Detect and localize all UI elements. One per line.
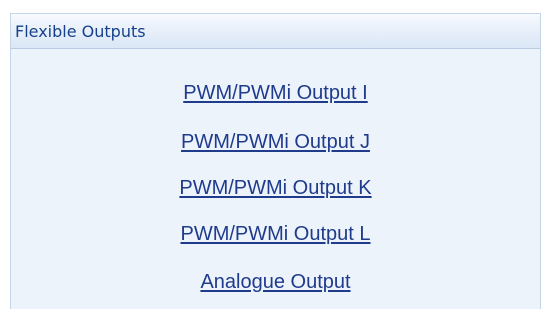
panel-title: Flexible Outputs — [15, 21, 146, 41]
link-row-output-k: PWM/PWMi Output K — [11, 173, 540, 203]
link-row-output-j: PWM/PWMi Output J — [11, 127, 540, 157]
panel-header: Flexible Outputs — [11, 13, 540, 49]
pwm-output-k-link[interactable]: PWM/PWMi Output K — [179, 177, 371, 200]
link-row-output-l: PWM/PWMi Output L — [11, 219, 540, 249]
pwm-output-i-link[interactable]: PWM/PWMi Output I — [183, 82, 367, 105]
link-row-analogue-output: Analogue Output — [11, 267, 540, 297]
pwm-output-l-link[interactable]: PWM/PWMi Output L — [180, 223, 370, 246]
analogue-output-link[interactable]: Analogue Output — [200, 271, 350, 294]
link-row-output-i: PWM/PWMi Output I — [11, 78, 540, 108]
flexible-outputs-panel: Flexible Outputs PWM/PWMi Output I PWM/P… — [10, 13, 541, 309]
pwm-output-j-link[interactable]: PWM/PWMi Output J — [181, 131, 370, 154]
